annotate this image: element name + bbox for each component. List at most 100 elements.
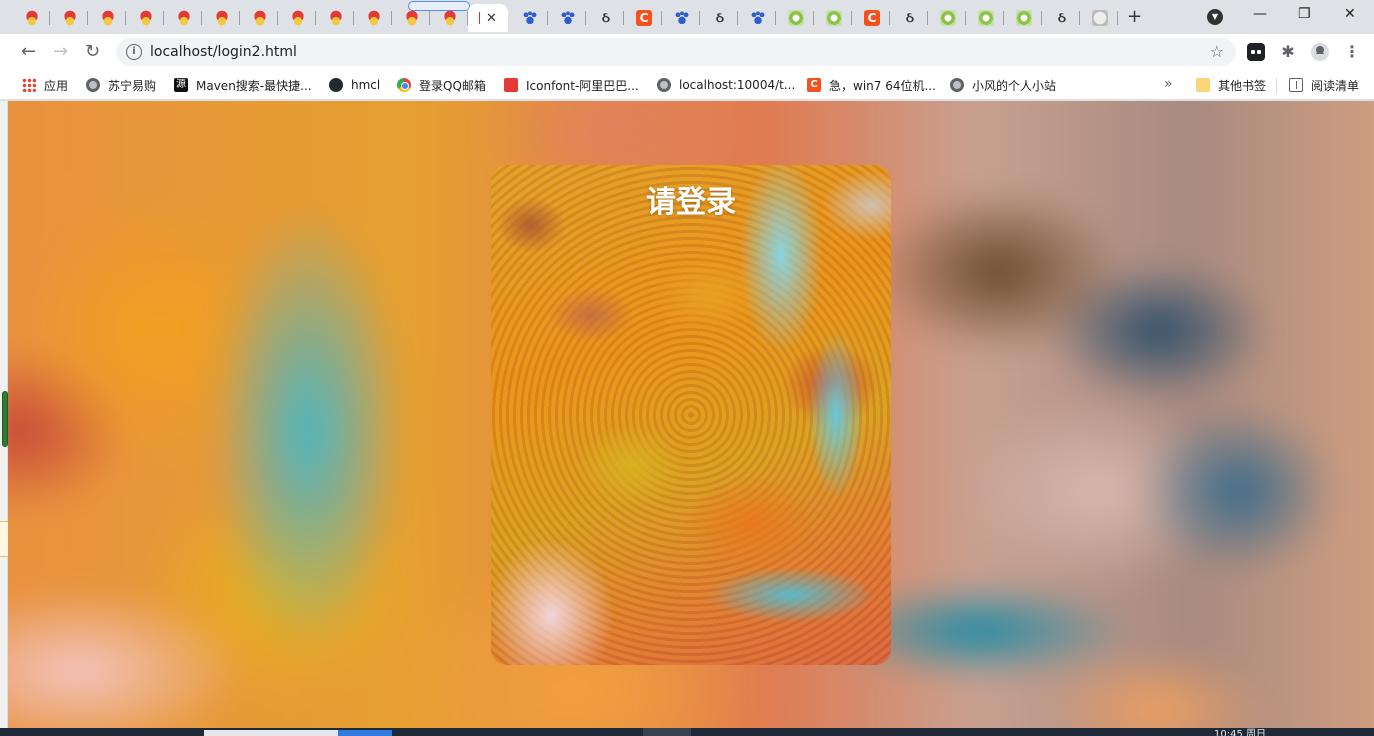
tab[interactable]: C (626, 4, 662, 32)
tab-separator (585, 11, 586, 25)
tab-separator (1079, 11, 1080, 25)
page-viewport: 请登录 (8, 101, 1374, 728)
tab[interactable] (394, 4, 430, 32)
taskbar-item[interactable] (338, 730, 392, 736)
tab[interactable] (356, 4, 392, 32)
vue-icon (826, 10, 842, 26)
bookmark-hmcl[interactable]: hmcl (329, 76, 380, 94)
paw-icon (674, 10, 690, 26)
tab-separator (623, 11, 624, 25)
bookmark-apps[interactable]: 应用 (22, 76, 68, 94)
bookmark-iconfont[interactable]: Iconfont-阿里巴巴... (504, 76, 639, 94)
bookmarks-overflow-chevron-icon[interactable]: » (1164, 76, 1173, 92)
tab[interactable] (128, 4, 164, 32)
tab-active[interactable]: ✕ (468, 4, 508, 32)
forward-button[interactable]: → (53, 42, 68, 62)
tab-separator (201, 11, 202, 25)
site-info-icon[interactable]: i (126, 44, 142, 60)
taskbar-item[interactable] (204, 730, 338, 736)
tab[interactable]: ઠ (702, 4, 738, 32)
close-tab-icon[interactable]: ✕ (486, 11, 497, 26)
new-tab-button[interactable]: + (1127, 8, 1142, 26)
bookmark-label: 应用 (44, 78, 69, 93)
tab-separator (927, 11, 928, 25)
tab-separator (813, 11, 814, 25)
tab[interactable] (90, 4, 126, 32)
tab[interactable] (968, 4, 1004, 32)
other-bookmarks-label: 其他书签 (1218, 78, 1267, 93)
vue-icon (788, 10, 804, 26)
close-window-button[interactable]: ✕ (1344, 6, 1356, 22)
tab[interactable] (778, 4, 814, 32)
tab[interactable] (432, 4, 468, 32)
bookmark-star-icon[interactable]: ☆ (1210, 42, 1224, 61)
bookmark-win7[interactable]: C 急，win7 64位机... (807, 76, 936, 94)
tab[interactable]: C (854, 4, 890, 32)
browser-menu-icon[interactable]: ⋮ (1343, 43, 1361, 61)
browser-toolbar: ← → ↻ i ☆ ✱ ⋮ (0, 34, 1374, 70)
bookmark-label: 苏宁易购 (108, 78, 157, 93)
reading-list-label: 阅读清单 (1311, 78, 1360, 93)
hat-icon (24, 10, 40, 26)
other-bookmarks-folder[interactable]: 其他书签 (1196, 76, 1266, 94)
active-tab-favicon (479, 12, 481, 24)
tab-separator (163, 11, 164, 25)
globe-icon (86, 78, 100, 92)
tab[interactable] (166, 4, 202, 32)
tab-separator (737, 11, 738, 25)
tab[interactable] (740, 4, 776, 32)
tab[interactable]: ઠ (588, 4, 624, 32)
tab[interactable] (550, 4, 586, 32)
tab-separator (851, 11, 852, 25)
tab[interactable] (664, 4, 700, 32)
globe-icon (950, 78, 964, 92)
bookmark-localhost[interactable]: localhost:10004/t... (657, 76, 795, 94)
bookmarks-bar: 应用 苏宁易购 源 Maven搜索-最快捷... hmcl 登录QQ邮箱 Ico… (0, 70, 1374, 100)
url-input[interactable] (150, 42, 1190, 62)
tab[interactable] (816, 4, 852, 32)
tab-separator (889, 11, 890, 25)
tab[interactable]: ઠ (892, 4, 928, 32)
taskbar-item[interactable] (643, 728, 691, 736)
bookmark-qqmail[interactable]: 登录QQ邮箱 (397, 76, 486, 94)
reading-list-button[interactable]: 阅读清单 (1289, 76, 1359, 94)
extensions-puzzle-icon[interactable]: ✱ (1279, 43, 1297, 61)
tab-separator (965, 11, 966, 25)
bookmark-label: 急，win7 64位机... (829, 78, 936, 93)
bookmark-personal-site[interactable]: 小风的个人小站 (950, 76, 1056, 94)
github-icon (329, 78, 343, 92)
ink-icon: ઠ (1057, 10, 1067, 26)
ink-icon: ઠ (601, 10, 611, 26)
hat-icon (404, 10, 420, 26)
tab-separator (1041, 11, 1042, 25)
tab[interactable] (318, 4, 354, 32)
tab[interactable] (930, 4, 966, 32)
hat-icon (62, 10, 78, 26)
tab[interactable] (512, 4, 548, 32)
reload-button[interactable]: ↻ (85, 42, 100, 62)
tab-separator (661, 11, 662, 25)
bookmark-maven[interactable]: 源 Maven搜索-最快捷... (174, 76, 312, 94)
login-card: 请登录 (491, 165, 891, 665)
restore-button[interactable]: ❐ (1298, 6, 1311, 22)
tab[interactable] (280, 4, 316, 32)
tab[interactable] (204, 4, 240, 32)
back-button[interactable]: ← (21, 42, 36, 62)
address-bar[interactable]: i ☆ (116, 38, 1236, 66)
minimize-button[interactable]: — (1253, 6, 1267, 22)
ink-icon: ઠ (715, 10, 725, 26)
tab[interactable] (1006, 4, 1042, 32)
tab[interactable] (242, 4, 278, 32)
tab-separator (277, 11, 278, 25)
bookmark-suning[interactable]: 苏宁易购 (86, 76, 156, 94)
tab[interactable]: ઠ (1044, 4, 1080, 32)
profile-avatar-icon[interactable] (1311, 43, 1329, 61)
tab[interactable] (52, 4, 88, 32)
taskbar-clock: 10:45 周日 (1214, 729, 1266, 736)
hat-icon (442, 10, 458, 26)
extension-icon[interactable] (1247, 43, 1265, 61)
tab-search-button[interactable]: ▼ (1207, 9, 1223, 25)
hat-icon (290, 10, 306, 26)
tab[interactable] (14, 4, 50, 32)
tab[interactable] (1082, 4, 1118, 32)
